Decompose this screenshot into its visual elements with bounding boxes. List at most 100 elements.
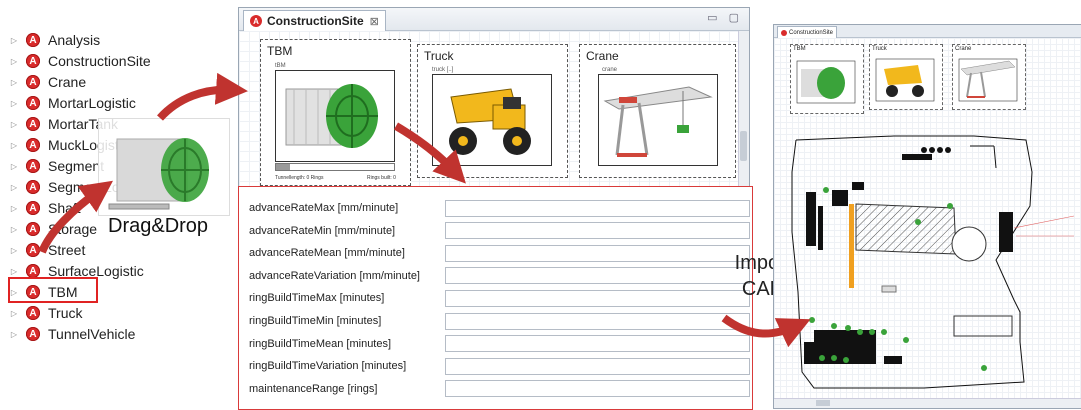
tree-item-analysis[interactable]: ▷ A Analysis [8,30,100,50]
property-input[interactable] [445,199,750,217]
tree-item-constructionsite[interactable]: ▷ A ConstructionSite [8,51,151,71]
selected-item-highlight [8,277,98,303]
expander-triangle-icon[interactable]: ▷ [8,204,20,213]
preview-tab: ConstructionSite [777,26,838,38]
tab-title: ConstructionSite [267,14,364,28]
property-label: advanceRateMean [mm/minute] [249,247,405,260]
tree-item-label: ConstructionSite [48,53,151,69]
property-label: ringBuildTimeVariation [minutes] [249,360,407,373]
tbm-card[interactable]: TBM tBM Tunnellength: 0 Rings Rings buil… [260,39,411,186]
truck-card-title: Truck [424,49,454,63]
property-input[interactable] [445,289,750,307]
tbm-image [275,70,395,162]
tree-item-label: Truck [48,305,83,321]
property-input[interactable] [445,312,750,330]
expander-triangle-icon[interactable]: ▷ [8,57,20,66]
property-input[interactable] [445,380,750,398]
element-a-icon: A [26,96,40,110]
vertical-scrollbar[interactable] [738,31,749,186]
preview-truck-card: Truck [869,44,943,110]
property-panel: advanceRateMax [mm/minute] advanceRateMin… [238,186,753,410]
tree-item-shaft[interactable]: ▷ A Shaft [8,198,81,218]
element-a-icon: A [26,159,40,173]
expander-triangle-icon[interactable]: ▷ [8,183,20,192]
expander-triangle-icon[interactable]: ▷ [8,99,20,108]
element-a-icon: A [26,75,40,89]
crane-card-sub: crane [602,67,618,73]
element-a-icon: A [26,201,40,215]
tree-item-street[interactable]: ▷ A Street [8,240,85,260]
drag-drop-label: Drag&Drop [108,215,209,237]
truck-card-sub: truck [..] [432,67,454,73]
tree-item-truck[interactable]: ▷ A Truck [8,303,83,323]
property-label: advanceRateVariation [mm/minute] [249,269,420,282]
property-label: ringBuildTimeMin [minutes] [249,315,382,327]
preview-tabbar: ConstructionSite [774,25,1081,38]
property-row: ringBuildTimeMin [minutes] [249,310,750,332]
property-label: advanceRateMax [mm/minute] [249,202,399,214]
tbm-length-text: Tunnellength: 0 Rings [275,175,324,181]
property-row: maintenanceRange [rings] [249,378,750,400]
preview-canvas: TBM Truck Crane [774,38,1081,398]
expander-triangle-icon[interactable]: ▷ [8,78,20,87]
crane-image [598,74,718,166]
property-input[interactable] [445,357,750,375]
tab-construction-site[interactable]: A ConstructionSite ⊠ [243,10,386,31]
tbm-progress-bar [275,163,395,171]
expander-triangle-icon[interactable]: ▷ [8,162,20,171]
property-input[interactable] [445,335,750,353]
element-a-icon: A [26,54,40,68]
arrow-to-window [157,72,248,121]
element-a-icon: A [26,33,40,47]
element-a-icon: A [26,327,40,341]
element-a-icon: A [26,222,40,236]
preview-tab-title: ConstructionSite [789,29,834,36]
crane-card[interactable]: Crane crane [579,44,736,178]
preview-crane-card: Crane [952,44,1026,110]
property-input[interactable] [445,222,750,240]
element-a-icon: A [250,15,262,27]
property-row: advanceRateMin [mm/minute] [249,220,750,242]
tree-item-label: TunnelVehicle [48,326,136,342]
expander-triangle-icon[interactable]: ▷ [8,309,20,318]
preview-tbm-card: TBM [790,44,864,114]
property-row: ringBuildTimeMax [minutes] [249,287,750,309]
tree-item-tunnelvehicle[interactable]: ▷ A TunnelVehicle [8,324,136,344]
expander-triangle-icon[interactable]: ▷ [8,225,20,234]
tree-item-storage[interactable]: ▷ A Storage [8,219,97,239]
tbm-drawing [108,138,209,210]
property-input[interactable] [445,244,750,262]
crane-card-title: Crane [586,49,619,63]
close-icon[interactable]: ⊠ [370,15,379,28]
expander-triangle-icon[interactable]: ▷ [8,36,20,45]
expander-triangle-icon[interactable]: ▷ [8,141,20,150]
expander-triangle-icon[interactable]: ▷ [8,267,20,276]
tree-item-crane[interactable]: ▷ A Crane [8,72,86,92]
property-label: advanceRateMin [mm/minute] [249,224,396,237]
site-preview-window: ConstructionSite TBM Truck Crane [773,24,1081,409]
tbm-card-title: TBM [267,44,293,58]
property-row: advanceRateVariation [mm/minute] [249,265,750,287]
tree-item-label: Analysis [48,32,101,48]
expander-triangle-icon[interactable]: ▷ [8,246,20,255]
element-a-icon: A [26,180,40,194]
element-a-icon: A [26,306,40,320]
truck-card[interactable]: Truck truck [..] [417,44,568,178]
tree-item-segment[interactable]: ▷ A Segment [8,156,104,176]
tbm-rings-text: Rings built: 0 [367,175,396,181]
property-label: maintenanceRange [rings] [249,382,378,395]
tree-item-label: Storage [48,221,98,237]
window-controls[interactable]: ▭ ▢ [707,11,743,24]
cad-site-plan [791,135,1075,389]
property-row: ringBuildTimeVariation [minutes] [249,355,750,377]
tbm-card-sub: tBM [275,63,286,69]
property-row: advanceRateMax [mm/minute] [249,197,750,219]
property-row: advanceRateMean [mm/minute] [249,242,750,264]
tree-item-label: MortarLogistic [48,95,136,111]
property-input[interactable] [445,267,750,285]
tree-item-mortarlogistic[interactable]: ▷ A MortarLogistic [8,93,136,113]
tree-item-label: Street [48,242,86,258]
element-a-icon: A [26,243,40,257]
expander-triangle-icon[interactable]: ▷ [8,120,20,129]
expander-triangle-icon[interactable]: ▷ [8,330,20,339]
